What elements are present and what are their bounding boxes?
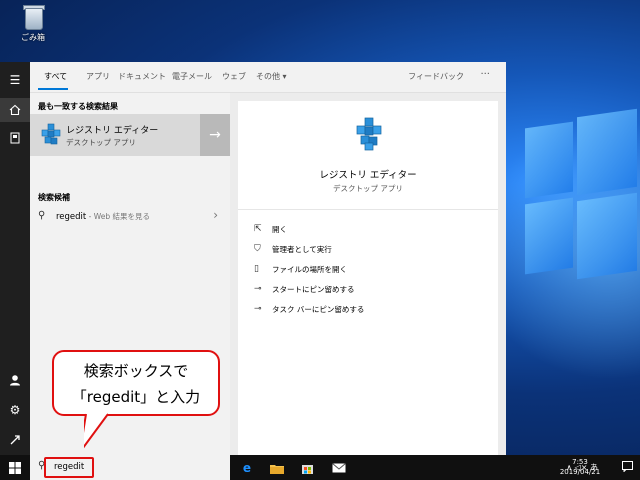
pin-icon: ⊸ [254, 304, 262, 314]
windows-logo-icon [9, 461, 21, 474]
best-match-header: 最も一致する検索結果 [38, 102, 118, 111]
action-run-as-admin[interactable]: ⛉ 管理者として実行 [254, 241, 332, 257]
action-open[interactable]: ⇱ 開く [254, 221, 287, 237]
chevron-right-icon: › [213, 208, 218, 222]
registry-editor-icon [41, 123, 61, 145]
best-match-subtitle: デスクトップ アプリ [66, 138, 136, 147]
shield-icon: ⛉ [254, 244, 261, 254]
callout-line-2: 「regedit」と入力 [71, 388, 201, 406]
edge-icon[interactable]: e [234, 458, 260, 478]
gear-icon[interactable]: ⚙ [0, 398, 30, 422]
mail-icon[interactable] [326, 458, 352, 478]
detail-subtitle: デスクトップ アプリ [333, 184, 403, 193]
best-match-result[interactable]: レジストリ エディター デスクトップ アプリ → [30, 114, 230, 156]
tab-email[interactable]: 電子メール [172, 71, 212, 82]
clock-date: 2019/04/21 [559, 468, 601, 476]
recycle-bin-icon [22, 4, 45, 30]
action-pin-to-taskbar-label: タスク バーにピン留めする [272, 304, 365, 314]
search-highlight-box [44, 457, 94, 478]
action-run-as-admin-label: 管理者として実行 [272, 244, 332, 254]
start-rail: ☰ ⚙ [0, 62, 30, 455]
open-preview-arrow-icon[interactable]: → [200, 114, 230, 156]
feedback-link[interactable]: フィードバック [408, 71, 464, 82]
best-match-title: レジストリ エディター [66, 126, 159, 136]
suggestion-web-label: - Web 結果を見る [86, 212, 150, 221]
tab-documents[interactable]: ドキュメント [118, 71, 166, 82]
start-button[interactable] [0, 455, 30, 480]
clock[interactable]: 7:53 2019/04/21 [554, 457, 606, 477]
suggestions-header: 検索候補 [38, 193, 70, 202]
open-icon: ⇱ [254, 224, 262, 234]
tab-apps[interactable]: アプリ [86, 71, 110, 82]
home-icon[interactable] [0, 98, 30, 122]
detail-title: レジストリ エディター [319, 170, 417, 181]
tab-more[interactable]: その他 ▾ [256, 71, 287, 82]
file-explorer-icon[interactable] [264, 458, 290, 478]
pin-icon: ⊸ [254, 284, 262, 294]
file-location-icon: ▯ [254, 264, 259, 274]
suggestion-query: regedit [56, 212, 87, 222]
web-suggestion-item[interactable]: ⚲ regedit - Web 結果を見る › [30, 205, 230, 227]
registry-editor-large-icon [356, 117, 382, 151]
user-icon[interactable] [0, 368, 30, 392]
instruction-callout: 検索ボックスで 「regedit」と入力 [52, 350, 220, 416]
action-pin-to-start[interactable]: ⊸ スタートにピン留めする [254, 281, 355, 297]
result-detail-pane: レジストリ エディター デスクトップ アプリ ⇱ 開く ⛉ 管理者として実行 ▯… [238, 101, 498, 455]
more-options-button[interactable]: ··· [480, 69, 490, 80]
action-open-label: 開く [272, 224, 287, 234]
recycle-bin-label: ごみ箱 [21, 33, 45, 42]
hamburger-icon[interactable]: ☰ [0, 68, 30, 92]
action-center-icon[interactable] [622, 461, 634, 473]
store-icon[interactable] [294, 458, 320, 478]
power-icon[interactable] [0, 428, 30, 452]
search-icon: ⚲ [38, 210, 46, 221]
clock-time: 7:53 [572, 458, 588, 466]
recycle-bin[interactable]: ごみ箱 [12, 4, 54, 43]
active-tab-indicator [38, 88, 68, 90]
action-open-file-location[interactable]: ▯ ファイルの場所を開く [254, 261, 347, 277]
action-pin-to-start-label: スタートにピン留めする [272, 284, 355, 294]
callout-tail [84, 412, 109, 449]
taskbar: ⚲ e ∧ ◁× あ 7:53 2019/04/21 [0, 455, 640, 480]
search-tabs: すべて アプリ ドキュメント 電子メール ウェブ その他 ▾ フィードバック ·… [30, 62, 506, 93]
tab-all[interactable]: すべて [44, 71, 67, 82]
tab-web[interactable]: ウェブ [222, 71, 246, 82]
action-pin-to-taskbar[interactable]: ⊸ タスク バーにピン留めする [254, 301, 364, 317]
document-icon[interactable] [0, 126, 30, 150]
action-open-file-location-label: ファイルの場所を開く [272, 264, 347, 274]
callout-line-1: 検索ボックスで [83, 362, 189, 380]
